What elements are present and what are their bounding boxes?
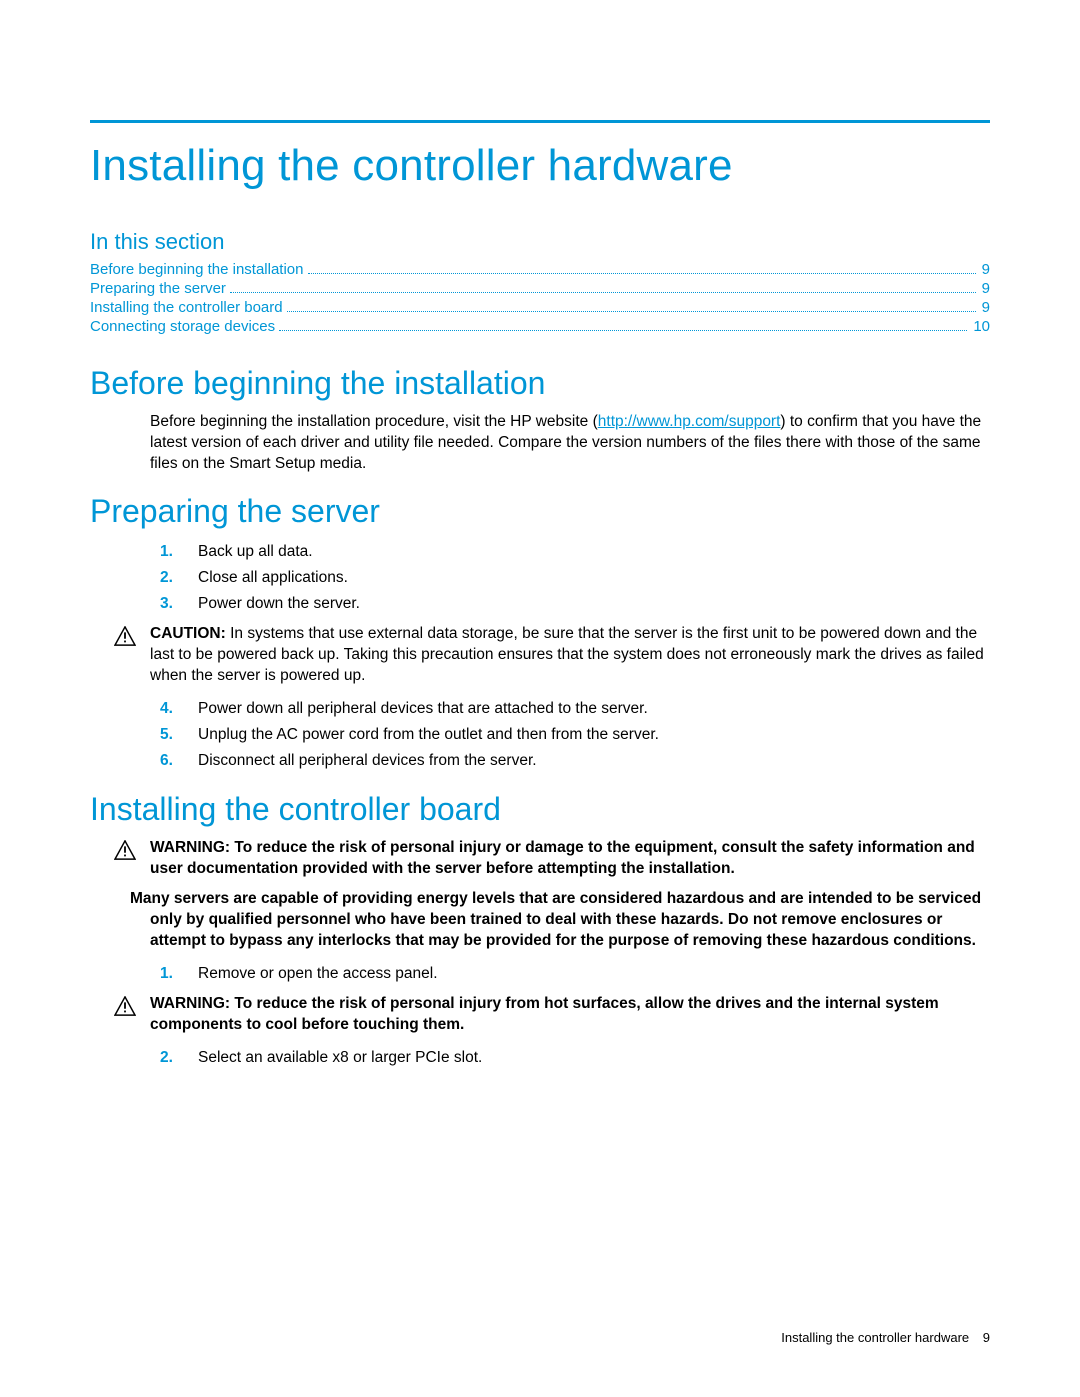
step-number: 1. [160,540,173,564]
step-item: 4. Power down all peripheral devices that… [90,697,990,721]
top-rule [90,120,990,123]
toc-page[interactable]: 9 [980,280,990,297]
toc-leader-dots [279,330,967,331]
step-item: 2. Select an available x8 or larger PCIe … [90,1046,990,1070]
step-text: Power down the server. [198,595,360,612]
step-text: Remove or open the access panel. [198,965,438,982]
warning-label: WARNING: [150,839,230,856]
warning-text: WARNING: To reduce the risk of personal … [150,994,990,1036]
warning-notice-1: WARNING: To reduce the risk of personal … [90,838,990,880]
step-text: Unplug the AC power cord from the outlet… [198,726,659,743]
warning-text: WARNING: To reduce the risk of personal … [150,838,990,880]
section-heading-installing: Installing the controller board [90,791,990,828]
section-heading-preparing: Preparing the server [90,493,990,530]
footer-title: Installing the controller hardware [781,1330,969,1345]
body-text: Before beginning the installation proced… [150,413,598,430]
caution-text: CAUTION: In systems that use external da… [150,624,990,687]
toc-page[interactable]: 9 [980,261,990,278]
step-item: 2. Close all applications. [90,566,990,590]
toc-page[interactable]: 9 [980,299,990,316]
step-text: Disconnect all peripheral devices from t… [198,752,537,769]
toc-label[interactable]: Installing the controller board [90,299,283,316]
toc-label[interactable]: Preparing the server [90,280,226,297]
hazard-paragraph: Many servers are capable of providing en… [150,889,990,952]
step-text: Power down all peripheral devices that a… [198,700,648,717]
page-footer: Installing the controller hardware 9 [781,1330,990,1345]
warning-notice-2: WARNING: To reduce the risk of personal … [90,994,990,1036]
toc-leader-dots [287,311,976,312]
steps-list-b: 4. Power down all peripheral devices that… [90,697,990,773]
step-item: 6. Disconnect all peripheral devices from… [90,749,990,773]
toc: Before beginning the installation 9 Prep… [90,261,990,335]
step-text: Back up all data. [198,543,313,560]
footer-page-number: 9 [983,1330,990,1345]
caution-label: CAUTION: [150,625,226,642]
warning-body: To reduce the risk of personal injury fr… [150,995,939,1033]
steps-list-a: 1. Back up all data. 2. Close all applicat… [90,540,990,616]
warning-icon [114,840,136,860]
step-text: Close all applications. [198,569,348,586]
step-number: 6. [160,749,173,773]
toc-row[interactable]: Connecting storage devices 10 [90,318,990,335]
caution-notice: CAUTION: In systems that use external da… [90,624,990,687]
warning-body: To reduce the risk of personal injury or… [150,839,975,877]
section-heading-before: Before beginning the installation [90,365,990,402]
caution-body: In systems that use external data storag… [150,625,984,684]
step-number: 2. [160,1046,173,1070]
toc-row[interactable]: Installing the controller board 9 [90,299,990,316]
steps-list-install-a: 1. Remove or open the access panel. [90,962,990,986]
in-this-section-heading: In this section [90,229,990,255]
step-item: 5. Unplug the AC power cord from the outl… [90,723,990,747]
warning-label: WARNING: [150,995,230,1012]
step-number: 5. [160,723,173,747]
warning-icon [114,996,136,1016]
hp-support-link[interactable]: http://www.hp.com/support [598,413,781,430]
toc-row[interactable]: Preparing the server 9 [90,280,990,297]
toc-leader-dots [308,273,976,274]
toc-leader-dots [230,292,976,293]
step-item: 1. Remove or open the access panel. [90,962,990,986]
step-item: 1. Back up all data. [90,540,990,564]
caution-icon [114,626,136,646]
step-item: 3. Power down the server. [90,592,990,616]
step-text: Select an available x8 or larger PCIe sl… [198,1049,482,1066]
toc-label[interactable]: Connecting storage devices [90,318,275,335]
toc-label[interactable]: Before beginning the installation [90,261,304,278]
before-body: Before beginning the installation proced… [150,412,990,475]
toc-page[interactable]: 10 [971,318,990,335]
step-number: 4. [160,697,173,721]
step-number: 2. [160,566,173,590]
toc-row[interactable]: Before beginning the installation 9 [90,261,990,278]
step-number: 3. [160,592,173,616]
page-title: Installing the controller hardware [90,141,990,191]
steps-list-install-b: 2. Select an available x8 or larger PCIe … [90,1046,990,1070]
step-number: 1. [160,962,173,986]
